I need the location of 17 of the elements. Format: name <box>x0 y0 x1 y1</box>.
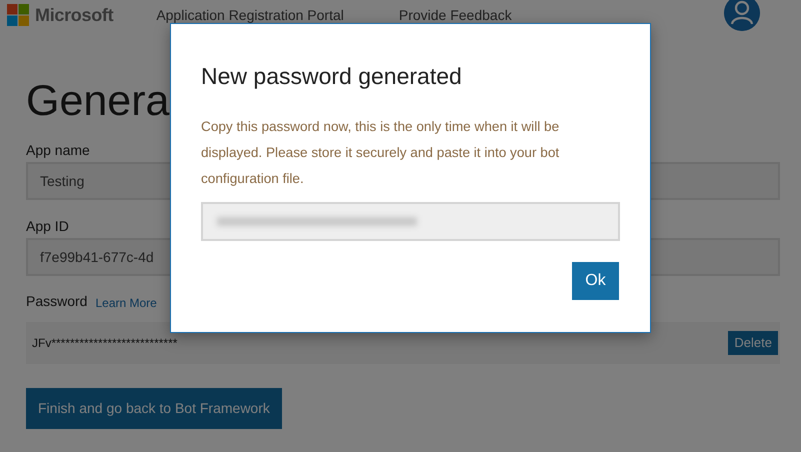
field-label: App name <box>26 141 90 160</box>
logo-icon <box>7 4 29 26</box>
finish-button[interactable]: Finish and go back to Bot Framework <box>26 388 282 429</box>
field-label: Password <box>26 292 88 311</box>
password-field[interactable] <box>201 202 620 241</box>
page-heading: Genera <box>26 76 170 127</box>
brand-name: Microsoft <box>35 4 114 26</box>
user-avatar-icon[interactable] <box>724 0 760 31</box>
learn-more-link[interactable]: Learn More <box>95 294 157 312</box>
dialog-message: Copy this password now, this is the only time when it will be displayed. Please store it securely and paste it into your bot configuration file. <box>201 118 560 188</box>
dialog-title: New password generated <box>201 62 463 91</box>
delete-button[interactable]: Delete <box>728 331 778 355</box>
password-value: JFv*************************** <box>32 335 178 352</box>
nav-link[interactable]: Provide Feedback <box>398 4 512 26</box>
nav-link[interactable]: Application Registration Portal <box>156 4 344 26</box>
field-label: App ID <box>26 217 69 236</box>
ok-button[interactable]: Ok <box>572 262 619 300</box>
